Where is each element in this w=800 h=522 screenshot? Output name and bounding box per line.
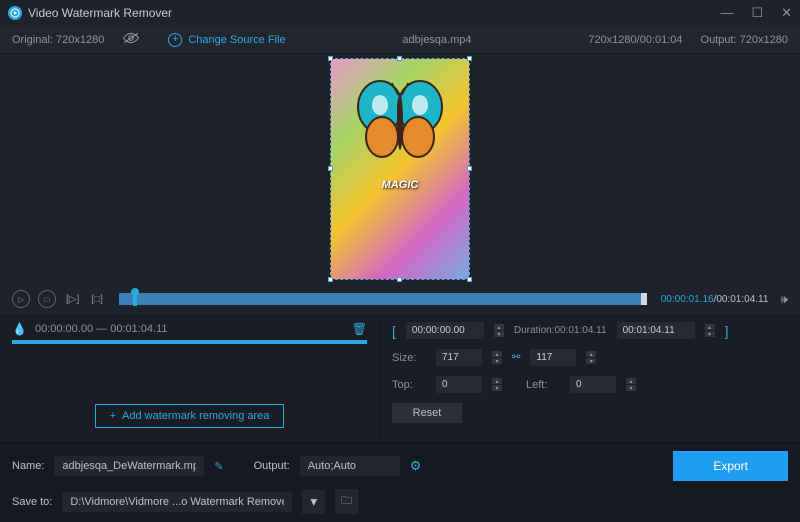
resize-handle-tl[interactable]: [328, 56, 333, 61]
plus-icon: +: [168, 33, 182, 47]
change-source-button[interactable]: + Change Source File: [168, 33, 285, 47]
left-up[interactable]: ▴: [626, 378, 636, 384]
save-path-field[interactable]: [62, 492, 292, 512]
close-button[interactable]: ✕: [781, 5, 792, 21]
output-settings-icon[interactable]: ⚙: [410, 458, 422, 474]
height-field[interactable]: [530, 349, 576, 366]
original-resolution: Original: 720x1280: [12, 34, 104, 46]
add-button-label: Add watermark removing area: [122, 410, 269, 422]
video-preview: MAGIC: [0, 54, 800, 284]
stop-button[interactable]: □: [38, 290, 56, 308]
timeline-playhead[interactable]: [131, 288, 139, 296]
end-time-down[interactable]: ▾: [705, 331, 715, 337]
top-field[interactable]: [436, 376, 482, 393]
maximize-button[interactable]: ☐: [751, 5, 763, 21]
volume-icon[interactable]: 🕪: [780, 292, 788, 307]
output-label: Output:: [254, 460, 290, 472]
source-filename: adbjesqa.mp4: [304, 34, 571, 46]
video-overlay-text: MAGIC: [382, 179, 419, 191]
bracket-close-icon[interactable]: ]: [725, 323, 729, 339]
play-button[interactable]: ▷: [12, 290, 30, 308]
width-field[interactable]: [436, 349, 482, 366]
left-down[interactable]: ▾: [626, 385, 636, 391]
left-field[interactable]: [570, 376, 616, 393]
change-source-label: Change Source File: [188, 34, 285, 46]
top-down[interactable]: ▾: [492, 385, 502, 391]
width-up[interactable]: ▴: [492, 351, 502, 357]
open-folder-button[interactable]: 🗀: [335, 489, 358, 514]
watermark-segment[interactable]: 💧 00:00:00.00 — 00:01:04.11 🗑: [12, 322, 367, 336]
butterfly-graphic: [350, 77, 450, 167]
export-button[interactable]: Export: [673, 451, 788, 481]
source-resolution-time: 720x1280/00:01:04: [588, 34, 682, 46]
add-watermark-area-button[interactable]: + Add watermark removing area: [95, 404, 285, 428]
resize-handle-tr[interactable]: [467, 56, 472, 61]
start-time-up[interactable]: ▴: [494, 324, 504, 330]
properties-panel: [ ▴▾ Duration:00:01:04.11 ▴▾ ] Size: ▴▾ …: [380, 314, 800, 442]
delete-segment-icon[interactable]: 🗑: [352, 322, 367, 336]
preview-toggle-icon[interactable]: [122, 31, 140, 48]
save-to-label: Save to:: [12, 496, 52, 508]
minimize-button[interactable]: —: [720, 5, 733, 21]
resize-handle-lc[interactable]: [328, 166, 333, 171]
info-bar: Original: 720x1280 + Change Source File …: [0, 26, 800, 54]
video-frame-image: MAGIC: [331, 59, 469, 279]
segments-panel: 💧 00:00:00.00 — 00:01:04.11 🗑 + Add wate…: [0, 314, 380, 442]
width-down[interactable]: ▾: [492, 358, 502, 364]
mark-out-button[interactable]: [□]: [89, 290, 105, 308]
save-path-dropdown[interactable]: ▾: [302, 490, 325, 514]
resize-handle-bc[interactable]: [397, 277, 402, 282]
export-bar: Name: ✎ Output: ⚙ Export Save to: ▾ 🗀: [0, 442, 800, 522]
timeline-scrubber[interactable]: [119, 293, 647, 305]
end-time-up[interactable]: ▴: [705, 324, 715, 330]
start-time-field[interactable]: [406, 322, 484, 339]
name-label: Name:: [12, 460, 44, 472]
height-down[interactable]: ▾: [586, 358, 596, 364]
resize-handle-br[interactable]: [467, 277, 472, 282]
timeline-end-marker[interactable]: [641, 293, 647, 305]
timecode-display: 00:00:01.16/00:01:04.11: [661, 294, 769, 305]
start-time-down[interactable]: ▾: [494, 331, 504, 337]
mark-in-button[interactable]: [▷]: [64, 290, 81, 308]
playback-bar: ▷ □ [▷] [□] 00:00:01.16/00:01:04.11 🕪: [0, 284, 800, 314]
height-up[interactable]: ▴: [586, 351, 596, 357]
resize-handle-bl[interactable]: [328, 277, 333, 282]
watermark-selection-box[interactable]: MAGIC: [330, 58, 470, 280]
end-time-field[interactable]: [617, 322, 695, 339]
edit-name-icon[interactable]: ✎: [214, 460, 223, 473]
size-label: Size:: [392, 352, 426, 364]
current-time: 00:00:01.16: [661, 294, 714, 305]
segment-timeline-bar[interactable]: [12, 340, 367, 344]
output-resolution: Output: 720x1280: [701, 34, 788, 46]
app-title: Video Watermark Remover: [28, 6, 720, 20]
reset-button[interactable]: Reset: [392, 403, 462, 423]
resize-handle-rc[interactable]: [467, 166, 472, 171]
duration-label: Duration:00:01:04.11: [514, 325, 607, 336]
watermark-icon: 💧: [12, 322, 27, 336]
total-time: 00:01:04.11: [716, 294, 768, 305]
plus-icon: +: [110, 410, 116, 422]
output-name-field[interactable]: [54, 456, 204, 476]
titlebar: Video Watermark Remover — ☐ ✕: [0, 0, 800, 26]
segment-range: 00:00:00.00 — 00:01:04.11: [35, 323, 344, 335]
output-format-field[interactable]: [300, 456, 400, 476]
top-up[interactable]: ▴: [492, 378, 502, 384]
bracket-open-icon[interactable]: [: [392, 323, 396, 339]
app-logo-icon: [8, 6, 22, 20]
link-aspect-icon[interactable]: ⚯: [512, 352, 520, 363]
left-label: Left:: [526, 379, 560, 391]
resize-handle-tc[interactable]: [397, 56, 402, 61]
top-label: Top:: [392, 379, 426, 391]
